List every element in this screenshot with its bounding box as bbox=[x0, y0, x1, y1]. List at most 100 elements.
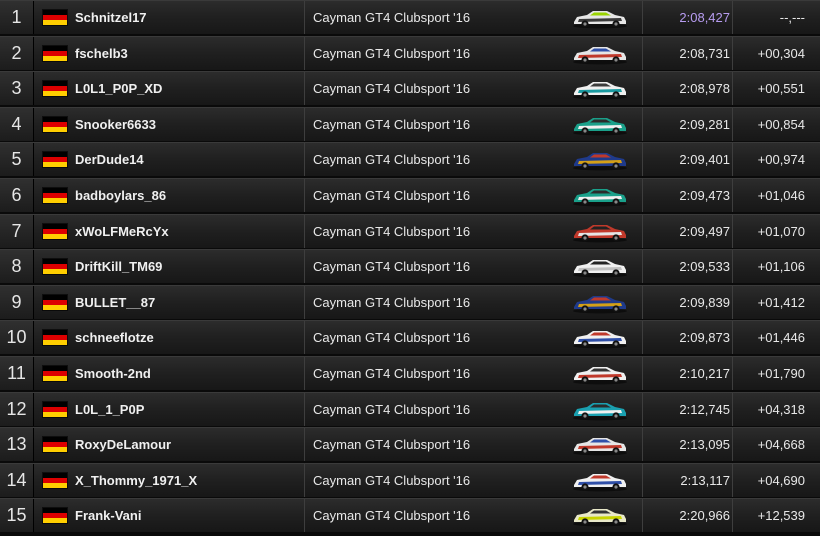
driver-cell: DriftKill_TM69 bbox=[34, 250, 305, 284]
position-number: 4 bbox=[0, 107, 34, 141]
lap-time: 2:10,217 bbox=[643, 357, 733, 390]
car-name: Cayman GT4 Clubsport '16 bbox=[313, 294, 471, 310]
driver-cell: Smooth-2nd bbox=[34, 357, 305, 390]
driver-name[interactable]: Frank-Vani bbox=[75, 508, 141, 523]
driver-cell: DerDude14 bbox=[34, 143, 305, 177]
car-thumbnail-icon bbox=[573, 473, 627, 492]
car-thumbnail-icon bbox=[573, 224, 627, 243]
lap-time: 2:09,873 bbox=[643, 321, 733, 355]
leaderboard-row[interactable]: 9 BULLET__87 Cayman GT4 Clubsport '16 2:… bbox=[0, 284, 820, 319]
gap-to-leader: +01,790 bbox=[757, 366, 805, 381]
driver-cell: badboylars_86 bbox=[34, 179, 305, 212]
driver-name[interactable]: BULLET__87 bbox=[75, 295, 155, 310]
driver-name[interactable]: Snooker6633 bbox=[75, 117, 156, 132]
leaderboard-row[interactable]: 11 Smooth-2nd Cayman GT4 Clubsport '16 2… bbox=[0, 356, 820, 390]
position-number: 3 bbox=[0, 72, 34, 106]
car-name: Cayman GT4 Clubsport '16 bbox=[313, 116, 471, 132]
lap-time: 2:20,966 bbox=[643, 499, 733, 533]
leaderboard-row[interactable]: 15 Frank-Vani Cayman GT4 Clubsport '16 2… bbox=[0, 498, 820, 533]
car-name: Cayman GT4 Clubsport '16 bbox=[313, 45, 471, 61]
car-thumbnail-icon bbox=[573, 402, 627, 421]
position-number: 8 bbox=[0, 250, 34, 284]
leaderboard-row[interactable]: 1 Schnitzel17 Cayman GT4 Clubsport '16 2… bbox=[0, 0, 820, 34]
position-number: 11 bbox=[0, 357, 34, 390]
germany-flag-icon bbox=[43, 472, 67, 488]
car-thumbnail-icon bbox=[573, 46, 627, 65]
leaderboard-row[interactable]: 10 schneeflotze Cayman GT4 Clubsport '16… bbox=[0, 320, 820, 355]
car-cell: Cayman GT4 Clubsport '16 bbox=[305, 179, 643, 212]
driver-cell: L0L1_P0P_XD bbox=[34, 72, 305, 106]
gap-to-leader: +04,668 bbox=[757, 437, 805, 453]
car-name: Cayman GT4 Clubsport '16 bbox=[313, 437, 471, 453]
driver-name[interactable]: L0L_1_P0P bbox=[75, 402, 144, 417]
position-number: 9 bbox=[0, 285, 34, 319]
leaderboard-row[interactable]: 3 L0L1_P0P_XD Cayman GT4 Clubsport '16 2… bbox=[0, 71, 820, 106]
gap-to-leader: +01,446 bbox=[757, 330, 805, 346]
gap-to-leader: +01,070 bbox=[757, 223, 805, 239]
lap-time: 2:09,497 bbox=[643, 214, 733, 248]
gap-to-leader: +01,046 bbox=[757, 188, 805, 203]
driver-name[interactable]: xWoLFMeRcYx bbox=[75, 224, 169, 239]
leaderboard-row[interactable]: 13 RoxyDeLamour Cayman GT4 Clubsport '16… bbox=[0, 427, 820, 462]
driver-name[interactable]: schneeflotze bbox=[75, 330, 154, 345]
driver-name[interactable]: fschelb3 bbox=[75, 46, 128, 61]
leaderboard-row[interactable]: 4 Snooker6633 Cayman GT4 Clubsport '16 2… bbox=[0, 106, 820, 141]
germany-flag-icon bbox=[43, 401, 67, 417]
germany-flag-icon bbox=[43, 45, 67, 61]
driver-cell: Schnitzel17 bbox=[34, 1, 305, 34]
gap-to-leader: +00,304 bbox=[757, 45, 805, 61]
position-number: 15 bbox=[0, 499, 34, 533]
driver-name[interactable]: badboylars_86 bbox=[75, 188, 166, 203]
driver-cell: Frank-Vani bbox=[34, 499, 305, 533]
car-thumbnail-icon bbox=[573, 189, 627, 207]
leaderboard-row[interactable]: 7 xWoLFMeRcYx Cayman GT4 Clubsport '16 2… bbox=[0, 213, 820, 248]
car-thumbnail-icon bbox=[573, 117, 627, 136]
lap-time: 2:09,281 bbox=[643, 107, 733, 141]
leaderboard-row[interactable]: 14 X_Thommy_1971_X Cayman GT4 Clubsport … bbox=[0, 462, 820, 497]
leaderboard-row[interactable]: 8 DriftKill_TM69 Cayman GT4 Clubsport '1… bbox=[0, 249, 820, 284]
driver-name[interactable]: L0L1_P0P_XD bbox=[75, 81, 162, 96]
germany-flag-icon bbox=[43, 366, 67, 381]
driver-name[interactable]: Smooth-2nd bbox=[75, 366, 151, 381]
car-thumbnail-icon bbox=[573, 331, 627, 349]
car-thumbnail-icon bbox=[573, 438, 627, 456]
position-number: 10 bbox=[0, 321, 34, 355]
driver-name[interactable]: Schnitzel17 bbox=[75, 10, 147, 25]
leaderboard-row[interactable]: 12 L0L_1_P0P Cayman GT4 Clubsport '16 2:… bbox=[0, 391, 820, 426]
germany-flag-icon bbox=[43, 152, 67, 168]
lap-time: 2:12,745 bbox=[643, 392, 733, 426]
car-name: Cayman GT4 Clubsport '16 bbox=[313, 223, 471, 239]
car-cell: Cayman GT4 Clubsport '16 bbox=[305, 72, 643, 106]
driver-name[interactable]: DerDude14 bbox=[75, 152, 144, 167]
car-name: Cayman GT4 Clubsport '16 bbox=[313, 259, 471, 275]
gap-to-leader: +04,690 bbox=[757, 472, 805, 488]
driver-cell: RoxyDeLamour bbox=[34, 428, 305, 462]
car-cell: Cayman GT4 Clubsport '16 bbox=[305, 428, 643, 462]
position-number: 13 bbox=[0, 428, 34, 462]
germany-flag-icon bbox=[43, 437, 67, 453]
driver-cell: BULLET__87 bbox=[34, 285, 305, 319]
car-cell: Cayman GT4 Clubsport '16 bbox=[305, 463, 643, 497]
lap-time: 2:13,117 bbox=[643, 463, 733, 497]
leaderboard-row[interactable]: 2 fschelb3 Cayman GT4 Clubsport '16 2:08… bbox=[0, 35, 820, 70]
lap-time: 2:09,401 bbox=[643, 143, 733, 177]
leaderboard: 1 Schnitzel17 Cayman GT4 Clubsport '16 2… bbox=[0, 0, 820, 536]
car-cell: Cayman GT4 Clubsport '16 bbox=[305, 1, 643, 34]
driver-name[interactable]: RoxyDeLamour bbox=[75, 437, 171, 452]
position-number: 1 bbox=[0, 1, 34, 34]
gap-to-leader: +12,539 bbox=[757, 508, 805, 524]
leaderboard-row[interactable]: 6 badboylars_86 Cayman GT4 Clubsport '16… bbox=[0, 178, 820, 212]
driver-cell: Snooker6633 bbox=[34, 107, 305, 141]
driver-cell: xWoLFMeRcYx bbox=[34, 214, 305, 248]
gap-to-leader: +00,974 bbox=[757, 152, 805, 168]
car-thumbnail-icon bbox=[573, 153, 627, 171]
germany-flag-icon bbox=[43, 259, 67, 275]
position-number: 12 bbox=[0, 392, 34, 426]
driver-name[interactable]: X_Thommy_1971_X bbox=[75, 473, 197, 488]
germany-flag-icon bbox=[43, 81, 67, 97]
car-cell: Cayman GT4 Clubsport '16 bbox=[305, 357, 643, 390]
driver-name[interactable]: DriftKill_TM69 bbox=[75, 259, 162, 274]
leaderboard-row[interactable]: 5 DerDude14 Cayman GT4 Clubsport '16 2:0… bbox=[0, 142, 820, 177]
car-cell: Cayman GT4 Clubsport '16 bbox=[305, 36, 643, 70]
germany-flag-icon bbox=[43, 294, 67, 310]
